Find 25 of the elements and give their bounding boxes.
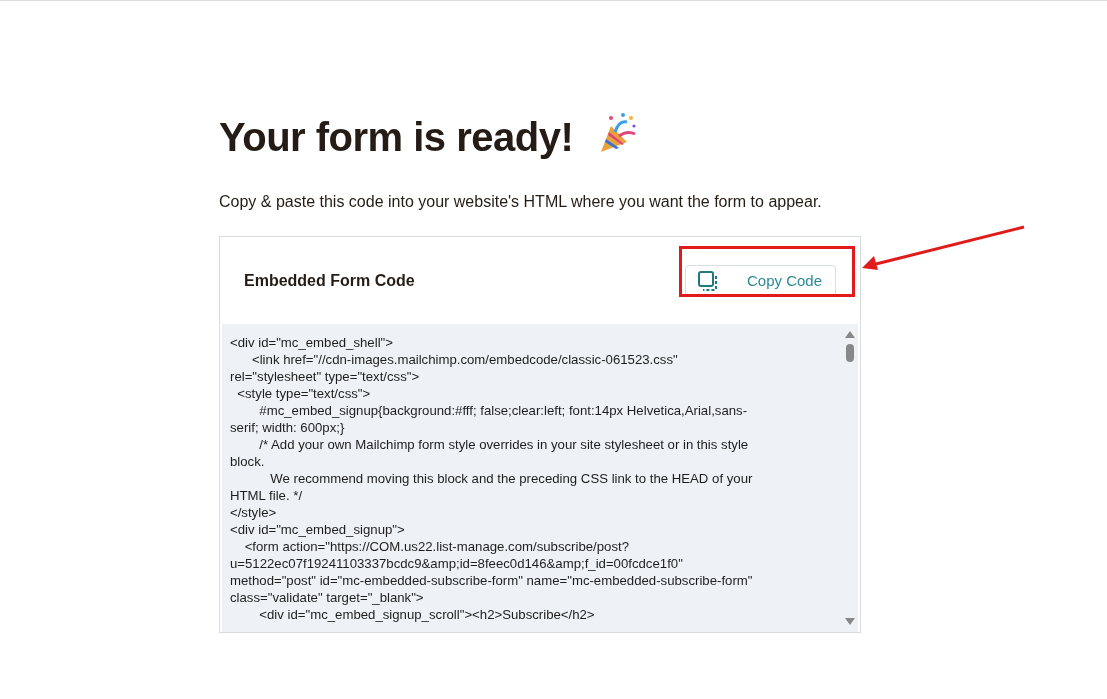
code-line: <link href="//cdn-images.mailchimp.com/embedcode/classic-061523.css" [250, 351, 679, 368]
page-heading: Your form is ready! [219, 114, 574, 161]
code-line: We recommend moving this block and the preceding CSS link to the HEAD of your [269, 470, 754, 487]
code-line: </style> [230, 504, 278, 521]
code-line: u=5122ec07f19241103337bcdc9&amp;id=8feec0d146&amp;f_id=00fcdce1f0" [230, 555, 684, 572]
instructions-text: Copy & paste this code into your website's HTML where you want the form to appear. [219, 192, 823, 212]
card-title: Embedded Form Code [244, 271, 415, 290]
code-line: <div id="mc_embed_signup_scroll"><h2>Subscribe</h2> [258, 606, 596, 623]
code-line: HTML file. */ [230, 487, 304, 504]
code-line: <form action="https://COM.us22.list-manage.com/subscribe/post? [243, 538, 630, 555]
copy-code-button[interactable]: Copy Code [684, 264, 836, 297]
scroll-thumb[interactable] [846, 344, 854, 362]
code-line: <div id="mc_embed_shell"> [230, 334, 394, 351]
copy-icon [696, 269, 719, 292]
code-line: class="validate" target="_blank"> [230, 589, 425, 606]
code-line: rel="stylesheet" type="text/css"> [230, 368, 421, 385]
code-line: <style type="text/css"> [236, 385, 372, 402]
code-line: <div id="mc_embed_signup"> [230, 521, 406, 538]
code-line: #mc_embed_signup{background:#fff; false;clear:left; font:14px Helvetica,Arial,sans- [258, 402, 749, 419]
code-line: method="post" id="mc-embedded-subscribe-form" name="mc-embedded-subscribe-form" [230, 572, 754, 589]
code-line: /* Add your own Mailchimp form style overrides in your site stylesheet or in this style [258, 436, 750, 453]
code-line: serif; width: 600px;} [230, 419, 346, 436]
scroll-down-icon[interactable] [845, 618, 855, 626]
code-line: block. [230, 453, 266, 470]
scroll-up-icon[interactable] [845, 330, 855, 338]
